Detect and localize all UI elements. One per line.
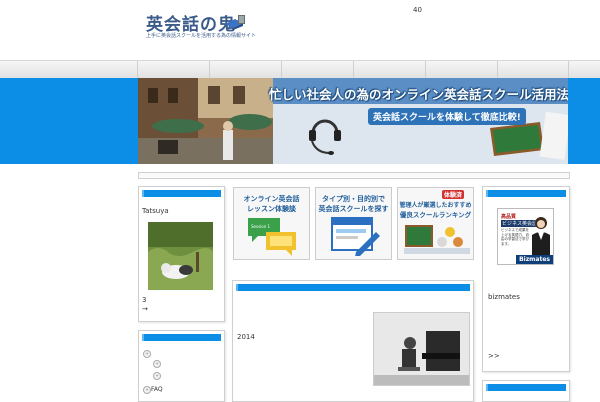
tree-toggle-icon[interactable]: +	[153, 372, 161, 380]
feature-title-line1: オンライン英会話	[243, 195, 300, 203]
feature-title-line1: 管理人が厳選したおすすめ	[399, 202, 472, 209]
books-icon	[225, 15, 245, 30]
feature-title-line1: タイプ別・目的別で	[322, 195, 385, 203]
tree-toggle-icon[interactable]: +	[153, 360, 161, 368]
banner-side-right	[568, 78, 600, 164]
more-arrow-link[interactable]: →	[142, 305, 148, 313]
bizmates-ad-banner[interactable]: 高品質 ビジネス英会話 ビジネスで成果を上げる英語力、自由の学習法で学びます。 …	[497, 208, 554, 265]
speech-bubbles-icon	[248, 218, 296, 256]
nav-divider	[281, 61, 282, 78]
feature-lesson-review[interactable]: オンライン英会話 レッスン体験談 Session 1	[233, 187, 310, 260]
businesswoman-image	[532, 217, 550, 257]
profile-photo	[148, 222, 213, 290]
ad-headline: 高品質	[501, 214, 517, 220]
post-count: 3	[142, 296, 147, 304]
category-faq-link[interactable]: FAQ	[151, 386, 163, 393]
nav-divider	[568, 61, 569, 78]
secondary-widget	[482, 380, 570, 402]
piano-player-image	[374, 313, 469, 385]
global-nav	[0, 60, 600, 79]
feature-title-line2: 英会話スクールを探す	[318, 205, 389, 213]
widget-header-bar	[142, 190, 221, 197]
banner-side-left	[0, 78, 138, 164]
logo-subtitle: 上手に英会話スクールを活用する為の情報サイト	[146, 33, 257, 39]
widget-header-bar	[142, 334, 221, 341]
browser-window-icon	[331, 217, 380, 256]
nav-divider	[497, 61, 498, 78]
widget-header-bar	[486, 384, 566, 391]
nav-divider	[353, 61, 354, 78]
feature-school-search[interactable]: タイプ別・目的別で 英会話スクールを探す	[315, 187, 392, 260]
feature-school-ranking[interactable]: 体験済 管理人が厳選したおすすめ 優良スクールランキング	[397, 187, 474, 260]
site-logo[interactable]: 英会話の鬼 上手に英会話スクールを活用する為の情報サイト	[146, 10, 256, 44]
session-badge: Session 1	[251, 224, 271, 229]
ad-description: ビジネスで成果を上げる英語力、自由の学習法で学びます。	[501, 228, 529, 246]
header-number: 40	[413, 6, 422, 14]
tree-toggle-icon[interactable]: +	[143, 350, 151, 358]
ranking-podium-icon	[404, 225, 470, 254]
bizmates-link[interactable]: bizmates	[488, 293, 520, 301]
experienced-tag: 体験済	[442, 190, 465, 199]
content-header-bar	[236, 284, 470, 291]
post-thumbnail[interactable]	[373, 312, 470, 386]
breadcrumb-bar	[138, 172, 570, 179]
post-year: 2014	[237, 333, 255, 341]
cat-in-garden-image	[148, 222, 213, 290]
more-link[interactable]: >>	[488, 352, 500, 360]
nav-divider	[137, 61, 138, 78]
hero-banner[interactable]: 忙しい社会人の為のオンライン英会話スクール活用法 英会話スクールを体験して徹底比…	[138, 78, 568, 164]
widget-header-bar	[486, 190, 566, 197]
feature-title-line2: レッスン体験談	[247, 205, 296, 213]
banner-title: 忙しい社会人の為のオンライン英会話スクール活用法	[269, 87, 568, 102]
nav-divider	[209, 61, 210, 78]
profile-author: Tatsuya	[142, 207, 169, 215]
banner-subtitle: 英会話スクールを体験して徹底比較!	[368, 108, 526, 125]
tree-toggle-icon[interactable]: +	[143, 386, 151, 394]
feature-title-line2: 優良スクールランキング	[399, 211, 472, 219]
ad-brand-label: Bizmates	[516, 255, 553, 264]
nav-divider	[425, 61, 426, 78]
